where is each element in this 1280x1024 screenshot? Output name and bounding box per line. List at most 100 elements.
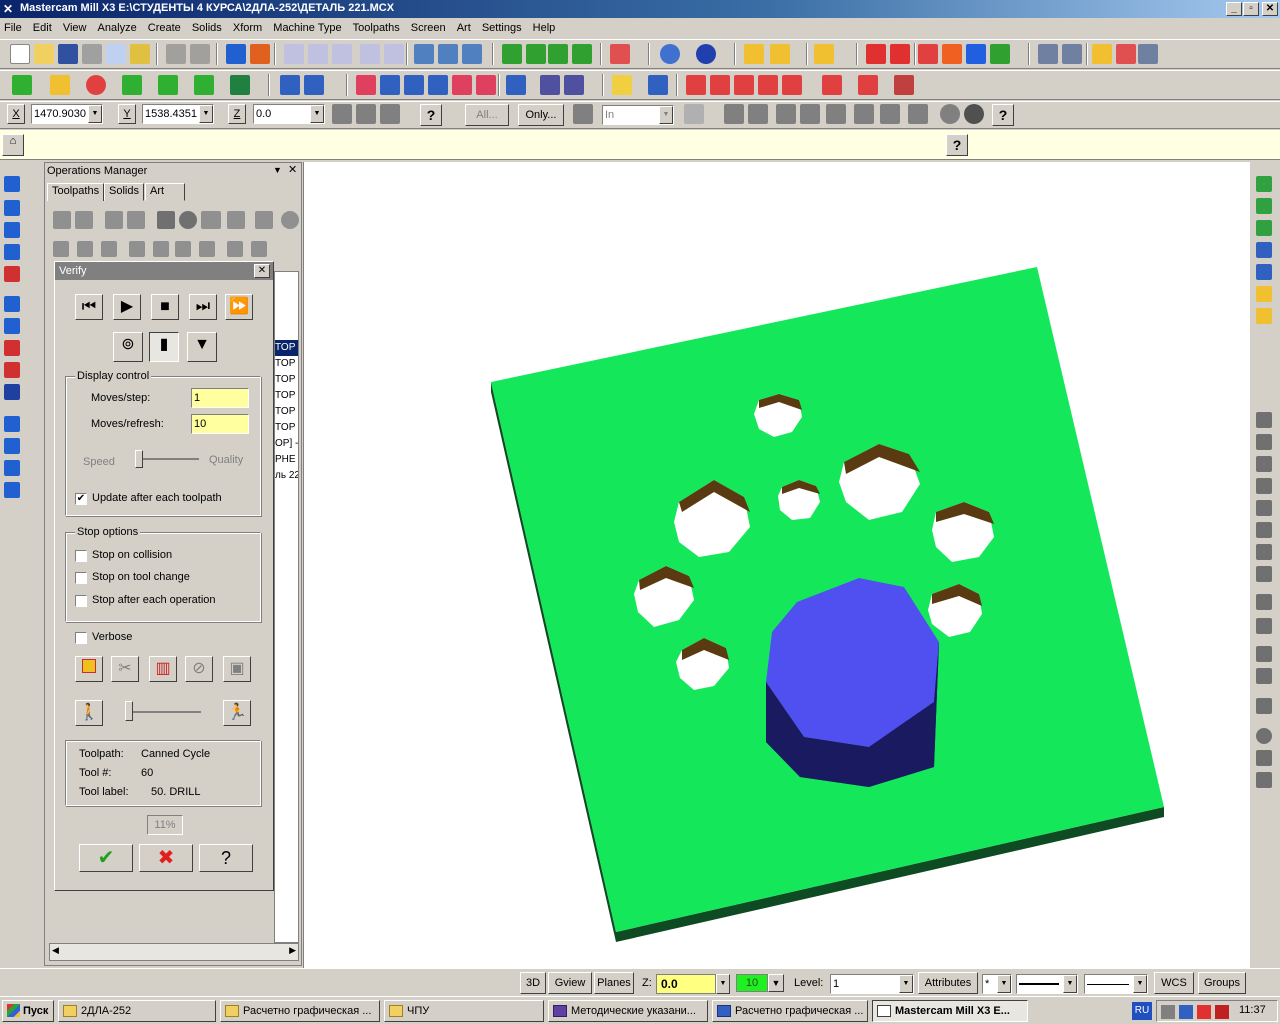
only-display-icon[interactable] bbox=[227, 241, 243, 257]
surface-trim-icon[interactable] bbox=[858, 75, 878, 95]
arc-tool-icon[interactable] bbox=[4, 222, 20, 238]
create-line-icon[interactable] bbox=[50, 75, 70, 95]
language-indicator[interactable]: RU bbox=[1132, 1002, 1152, 1020]
zoom-window-icon[interactable] bbox=[284, 44, 304, 64]
fillet-icon[interactable] bbox=[158, 75, 178, 95]
unzoom-icon[interactable] bbox=[332, 44, 352, 64]
sweep-icon[interactable] bbox=[130, 44, 150, 64]
view-right-icon[interactable] bbox=[1256, 242, 1272, 258]
wcs-button[interactable]: WCS bbox=[1154, 972, 1194, 994]
scroll-left-icon[interactable]: ◀ bbox=[52, 945, 59, 956]
mirror-icon[interactable] bbox=[918, 44, 938, 64]
list-item[interactable]: TOP bbox=[275, 356, 298, 372]
backplot-icon[interactable] bbox=[157, 211, 175, 229]
zoom-target-icon[interactable] bbox=[308, 44, 328, 64]
surface-lines-icon[interactable] bbox=[710, 75, 730, 95]
grid-icon[interactable] bbox=[540, 75, 560, 95]
ribbon-help-button[interactable]: ? bbox=[946, 134, 968, 156]
tab-solids[interactable]: Solids bbox=[104, 183, 144, 201]
list-item[interactable]: TOP bbox=[275, 388, 298, 404]
break-icon[interactable] bbox=[304, 75, 324, 95]
rotate-icon[interactable] bbox=[4, 200, 20, 216]
menu-help[interactable]: Help bbox=[529, 18, 560, 38]
list-item[interactable]: TOP bbox=[275, 420, 298, 436]
menu-analyze[interactable]: Analyze bbox=[94, 18, 141, 38]
sigma-icon[interactable] bbox=[966, 44, 986, 64]
verify-compare-icon[interactable]: ⊘ bbox=[185, 656, 213, 682]
mill-wire-icon[interactable] bbox=[1256, 646, 1272, 662]
z-coord-button[interactable]: Z bbox=[228, 104, 246, 124]
solid-box-icon[interactable] bbox=[4, 384, 20, 400]
select-solid-icon[interactable] bbox=[748, 104, 768, 124]
mill-drill-icon[interactable] bbox=[1256, 456, 1272, 472]
task-folder-2dla[interactable]: 2ДЛА-252 bbox=[58, 1000, 216, 1022]
measure-icon[interactable] bbox=[814, 44, 834, 64]
help-whats-this-icon[interactable] bbox=[866, 44, 886, 64]
gview-icon[interactable] bbox=[660, 44, 680, 64]
analyze-icon[interactable] bbox=[744, 44, 764, 64]
mill-multiaxis-icon[interactable] bbox=[1256, 750, 1272, 766]
tab-toolpaths[interactable]: Toolpaths bbox=[47, 183, 105, 201]
list-item[interactable]: TOP bbox=[275, 404, 298, 420]
new-file-icon[interactable] bbox=[10, 44, 30, 64]
surface-grid-icon[interactable] bbox=[686, 75, 706, 95]
select-arrow-icon[interactable] bbox=[724, 104, 744, 124]
menu-screen[interactable]: Screen bbox=[407, 18, 450, 38]
x-coord-button[interactable]: X bbox=[7, 104, 25, 124]
moves-step-input[interactable]: 1 bbox=[191, 388, 249, 408]
toolpath-editor-icon[interactable] bbox=[648, 75, 668, 95]
scroll-to-icon[interactable] bbox=[199, 241, 215, 257]
list-item[interactable]: PHE bbox=[275, 452, 298, 468]
toolpath-clear-icon[interactable] bbox=[462, 44, 482, 64]
create-arc-icon[interactable] bbox=[86, 75, 106, 95]
line-width-combo[interactable]: ▼ bbox=[1084, 974, 1148, 994]
list-item[interactable]: OP] - bbox=[275, 436, 298, 452]
step-button[interactable]: ⏭ bbox=[189, 294, 217, 320]
ops-help-icon[interactable] bbox=[281, 211, 299, 229]
cube-icon[interactable] bbox=[4, 266, 20, 282]
maximize-button[interactable]: ▫ bbox=[1243, 2, 1259, 16]
move-up-op-icon[interactable] bbox=[153, 241, 169, 257]
shell-icon[interactable] bbox=[4, 318, 20, 334]
zoom-out-icon[interactable] bbox=[384, 44, 404, 64]
no-display-icon[interactable] bbox=[251, 241, 267, 257]
verify-help-button[interactable]: ? bbox=[199, 844, 253, 872]
tray-mastercam-icon[interactable] bbox=[1161, 1005, 1175, 1019]
menu-file[interactable]: File bbox=[0, 18, 26, 38]
create-rectangle-icon[interactable] bbox=[122, 75, 142, 95]
verify-book-icon[interactable] bbox=[75, 656, 103, 682]
close-button[interactable]: ✕ bbox=[1262, 2, 1278, 16]
mill-stock-icon[interactable] bbox=[1256, 668, 1272, 684]
tool-display-button[interactable]: ▮ bbox=[149, 332, 179, 362]
select-all-ops-icon[interactable] bbox=[53, 211, 71, 229]
point-style-combo[interactable]: * ▼ bbox=[982, 974, 1012, 994]
redo-icon[interactable] bbox=[190, 44, 210, 64]
3d-button[interactable]: 3D bbox=[520, 972, 546, 994]
spline-icon[interactable] bbox=[194, 75, 214, 95]
menu-art[interactable]: Art bbox=[453, 18, 475, 38]
transform-icon[interactable] bbox=[942, 44, 962, 64]
sphere-icon[interactable] bbox=[696, 44, 716, 64]
save-icon[interactable] bbox=[58, 44, 78, 64]
verbose-checkbox[interactable] bbox=[75, 632, 87, 644]
list-item[interactable]: ль 22 bbox=[275, 468, 298, 484]
no-select-icon[interactable] bbox=[940, 104, 960, 124]
layout-icon[interactable] bbox=[4, 438, 20, 454]
analyze-distance-icon[interactable] bbox=[770, 44, 790, 64]
surface-fillet-icon[interactable] bbox=[822, 75, 842, 95]
select-back-icon[interactable] bbox=[854, 104, 874, 124]
play-button[interactable]: ▶ bbox=[113, 294, 141, 320]
start-button[interactable]: Пуск bbox=[2, 1000, 54, 1022]
light-icon[interactable] bbox=[612, 75, 632, 95]
screen-icon[interactable] bbox=[1038, 44, 1058, 64]
mill-finish-icon[interactable] bbox=[1256, 618, 1272, 634]
edit-icon[interactable] bbox=[1256, 308, 1272, 324]
verify-selection-icon[interactable] bbox=[880, 104, 900, 124]
task-mastercam[interactable]: Mastercam Mill X3 E... bbox=[872, 1000, 1028, 1022]
list-item[interactable]: TOP bbox=[275, 340, 298, 356]
thicken-icon[interactable] bbox=[4, 416, 20, 432]
graphics-viewport[interactable] bbox=[303, 162, 1250, 968]
undo-icon[interactable] bbox=[166, 44, 186, 64]
create-point-icon[interactable] bbox=[12, 75, 32, 95]
fast-forward-button[interactable]: ⏩ bbox=[225, 294, 253, 320]
